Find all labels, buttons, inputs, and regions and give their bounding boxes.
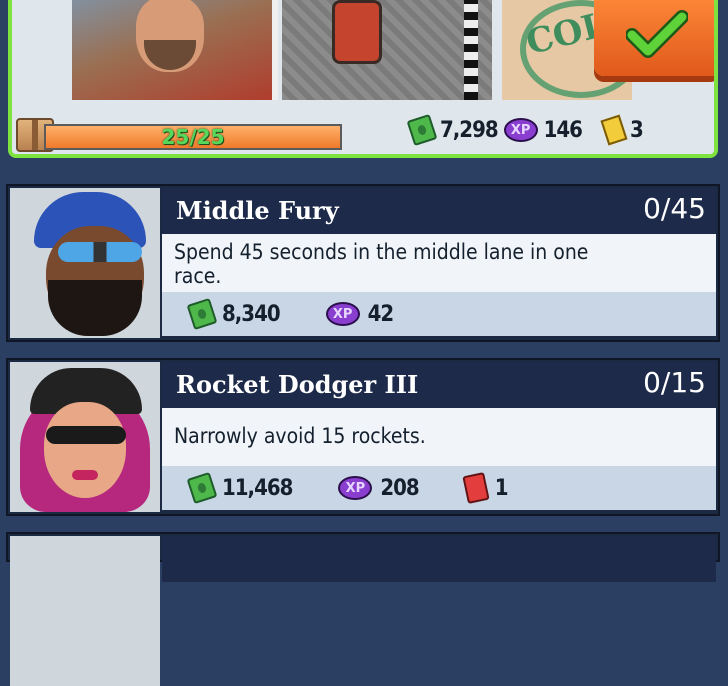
xp-amount: 146	[543, 117, 583, 143]
xp-amount: 42	[367, 301, 395, 327]
checkmark-icon	[626, 10, 688, 58]
cash-icon	[186, 471, 218, 505]
mission-title: Rocket Dodger III	[176, 370, 419, 399]
xp-icon: XP	[338, 476, 373, 500]
mission-title-bar: Middle Fury 0/45	[162, 188, 716, 234]
fuel-can-icon	[462, 472, 490, 504]
xp-icon: XP	[325, 302, 360, 326]
car-icon	[332, 0, 382, 64]
mission-title-bar	[162, 536, 716, 582]
mission-description: Spend 45 seconds in the middle lane in o…	[174, 240, 589, 288]
mission-description-area: Spend 45 seconds in the middle lane in o…	[162, 234, 716, 292]
xp-amount: 208	[380, 475, 419, 501]
cash-amount: 11,468	[222, 475, 293, 501]
character-portrait	[10, 362, 160, 512]
fuel-amount: 1	[494, 475, 509, 501]
mission-title: Middle Fury	[176, 196, 339, 225]
cash-icon	[186, 297, 218, 331]
reward-summary: 7,298 XP 146 3	[350, 110, 710, 150]
character-portrait	[10, 188, 160, 338]
progress-label: 25/25	[161, 125, 225, 149]
ticket-icon	[600, 114, 628, 146]
mission-card[interactable]	[6, 532, 720, 686]
mission-title-bar: Rocket Dodger III 0/15	[162, 362, 716, 408]
character-portrait	[10, 536, 160, 686]
mission-rewards: 11,468 XP 208 1	[162, 466, 716, 510]
mission-description-area: Narrowly avoid 15 rockets.	[162, 408, 716, 466]
mission-card[interactable]: Rocket Dodger III 0/15 Narrowly avoid 15…	[6, 358, 720, 516]
xp-icon: XP	[503, 118, 538, 142]
character-portrait	[72, 0, 278, 100]
collect-button[interactable]	[594, 0, 714, 76]
cash-icon	[406, 113, 438, 147]
cash-amount: 8,340	[222, 301, 281, 327]
mission-progress-bar: 25/25	[44, 124, 342, 150]
mission-description: Narrowly avoid 15 rockets.	[174, 424, 426, 448]
mission-card[interactable]: Middle Fury 0/45 Spend 45 seconds in the…	[6, 184, 720, 342]
mission-progress: 0/45	[643, 192, 706, 225]
ticket-amount: 3	[629, 117, 644, 143]
race-track-image	[282, 0, 492, 100]
mission-progress: 0/15	[643, 366, 706, 399]
mission-rewards: 8,340 XP 42	[162, 292, 716, 336]
cash-amount: 7,298	[440, 117, 499, 143]
